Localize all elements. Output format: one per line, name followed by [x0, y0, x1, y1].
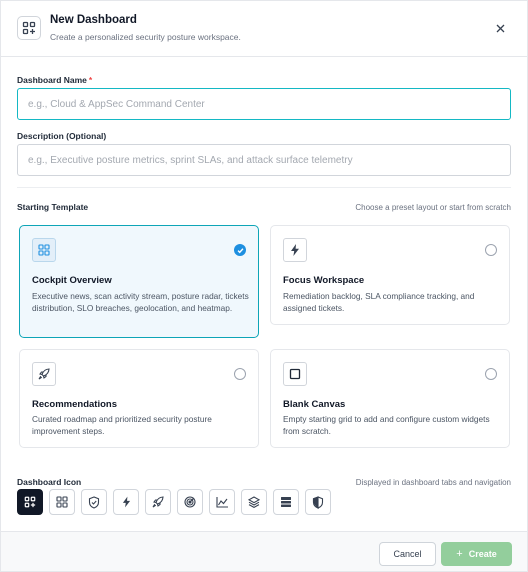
- server-icon: [281, 497, 291, 507]
- dashboard-name-label: Dashboard Name *: [17, 75, 92, 85]
- dialog-subtitle: Create a personalized security posture w…: [50, 32, 241, 42]
- template-card-cockpit-overview[interactable]: Cockpit Overview Executive news, scan ac…: [19, 225, 259, 338]
- dialog-title: New Dashboard: [50, 14, 137, 26]
- template-card-focus-workspace[interactable]: Focus Workspace Remediation backlog, SLA…: [270, 225, 510, 325]
- divider: [17, 187, 511, 188]
- radar-icon: [184, 496, 196, 508]
- template-card-title: Recommendations: [32, 399, 117, 410]
- template-radio-selected[interactable]: [234, 244, 246, 256]
- template-card-title: Cockpit Overview: [32, 275, 112, 286]
- template-card-description: Empty starting grid to add and configure…: [283, 414, 490, 436]
- icon-option-dashboard-add[interactable]: [17, 489, 43, 515]
- template-card-description: Remediation backlog, SLA compliance trac…: [283, 291, 475, 313]
- shield-half-icon: [312, 495, 324, 509]
- create-button-label: Create: [468, 549, 497, 559]
- icon-option-bolt[interactable]: [113, 489, 139, 515]
- description-input[interactable]: [17, 144, 511, 176]
- template-section-title: Starting Template: [17, 202, 89, 212]
- bolt-icon: [283, 238, 307, 262]
- template-card-blank-canvas[interactable]: Blank Canvas Empty starting grid to add …: [270, 349, 510, 448]
- plus-icon: +: [456, 547, 463, 560]
- icon-option-rocket[interactable]: [145, 489, 171, 515]
- dialog-header: New Dashboard Create a personalized secu…: [1, 1, 527, 57]
- icon-section-title: Dashboard Icon: [17, 477, 82, 487]
- icon-option-grid[interactable]: [49, 489, 75, 515]
- cancel-button[interactable]: Cancel: [379, 542, 436, 566]
- shield-check-icon: [88, 495, 100, 509]
- dashboard-name-input[interactable]: [17, 88, 511, 120]
- close-button[interactable]: [492, 20, 508, 36]
- bolt-icon: [122, 496, 130, 508]
- icon-section-hint: Displayed in dashboard tabs and navigati…: [355, 478, 511, 487]
- rocket-icon: [152, 496, 164, 508]
- template-card-title: Blank Canvas: [283, 399, 346, 410]
- grid-icon: [56, 496, 68, 508]
- template-card-description: Executive news, scan activity stream, po…: [32, 291, 249, 313]
- icon-option-shield-half[interactable]: [305, 489, 331, 515]
- dashboard-add-icon: [24, 496, 36, 508]
- new-dashboard-dialog: New Dashboard Create a personalized secu…: [0, 0, 528, 572]
- template-radio[interactable]: [234, 368, 246, 380]
- icon-picker: [17, 489, 331, 515]
- area-chart-icon: [215, 497, 228, 508]
- dashboard-add-icon: [17, 16, 41, 40]
- template-section-hint: Choose a preset layout or start from scr…: [355, 203, 511, 212]
- template-card-title: Focus Workspace: [283, 275, 365, 286]
- close-icon: [496, 24, 504, 32]
- template-card-description: Curated roadmap and prioritized security…: [32, 414, 212, 436]
- rocket-icon: [32, 362, 56, 386]
- icon-option-server[interactable]: [273, 489, 299, 515]
- template-radio[interactable]: [485, 244, 497, 256]
- create-button[interactable]: + Create: [441, 542, 512, 566]
- required-mark: *: [88, 75, 93, 85]
- icon-section-header: Dashboard Icon Displayed in dashboard ta…: [17, 477, 511, 487]
- square-icon: [283, 362, 307, 386]
- icon-option-radar[interactable]: [177, 489, 203, 515]
- description-label: Description (Optional): [17, 131, 107, 141]
- template-card-recommendations[interactable]: Recommendations Curated roadmap and prio…: [19, 349, 259, 448]
- icon-option-area-chart[interactable]: [209, 489, 235, 515]
- dashboard-name-label-text: Dashboard Name: [17, 75, 87, 85]
- template-radio[interactable]: [485, 368, 497, 380]
- icon-option-layers[interactable]: [241, 489, 267, 515]
- template-section-header: Starting Template Choose a preset layout…: [17, 202, 511, 212]
- icon-option-shield-check[interactable]: [81, 489, 107, 515]
- dialog-footer: Cancel + Create: [1, 531, 527, 571]
- layers-icon: [248, 496, 260, 508]
- grid-icon: [32, 238, 56, 262]
- check-icon: [237, 247, 243, 253]
